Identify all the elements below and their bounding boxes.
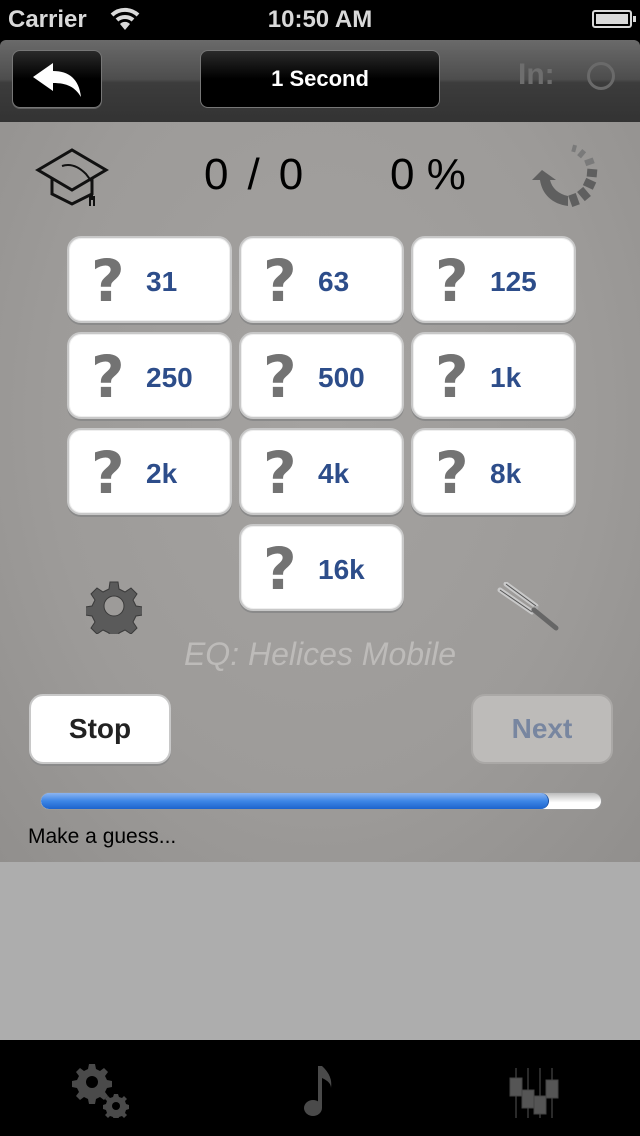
- battery-icon: [592, 10, 636, 28]
- reset-arrow-icon[interactable]: [530, 144, 602, 208]
- frequency-label: 1k: [490, 362, 522, 393]
- frequency-label: 8k: [490, 458, 522, 489]
- graduation-cap-icon[interactable]: [34, 142, 110, 206]
- main-panel: 0 / 0 0 % ? 31 ? 63 ? 125 ? 250 ? 500 ? 1k…: [0, 122, 640, 862]
- question-mark-icon: ?: [91, 343, 125, 411]
- frequency-button[interactable]: ? 16k: [239, 524, 404, 611]
- tab-settings[interactable]: [0, 1040, 213, 1136]
- question-mark-icon: ?: [91, 439, 125, 507]
- tab-music[interactable]: [213, 1040, 426, 1136]
- frequency-label: 2k: [146, 458, 178, 489]
- question-mark-icon: ?: [263, 343, 297, 411]
- circle-indicator-icon: [587, 62, 615, 90]
- eq-label: EQ: Helices Mobile: [183, 636, 457, 672]
- back-button[interactable]: [12, 50, 102, 108]
- frequency-label: 16k: [318, 554, 365, 585]
- gears-icon: [72, 1064, 129, 1118]
- frequency-button[interactable]: ? 1k: [411, 332, 576, 419]
- frequency-button[interactable]: ? 2k: [67, 428, 232, 515]
- stop-button[interactable]: Stop: [29, 694, 171, 764]
- music-note-icon: [304, 1066, 332, 1116]
- question-mark-icon: ?: [263, 535, 297, 603]
- progress-bar: [40, 792, 602, 810]
- status-message: Make a guess...: [28, 825, 177, 848]
- frequency-button[interactable]: ? 500: [239, 332, 404, 419]
- question-mark-icon: ?: [435, 343, 469, 411]
- question-mark-icon: ?: [263, 247, 297, 315]
- question-mark-icon: ?: [435, 247, 469, 315]
- frequency-button[interactable]: ? 250: [67, 332, 232, 419]
- tab-bar: [0, 1040, 640, 1136]
- frequency-button[interactable]: ? 4k: [239, 428, 404, 515]
- score-display: 0 / 0: [204, 150, 304, 200]
- question-mark-icon: ?: [91, 247, 125, 315]
- question-mark-icon: ?: [263, 439, 297, 507]
- empty-area: [0, 862, 640, 1040]
- nav-bar: 1 Second In:: [0, 40, 640, 122]
- percent-display: 0 %: [390, 150, 466, 199]
- tuning-fork-icon[interactable]: [496, 582, 560, 632]
- status-bar: Carrier 10:50 AM: [0, 0, 640, 40]
- frequency-button[interactable]: ? 8k: [411, 428, 576, 515]
- frequency-label: 125: [490, 266, 537, 297]
- frequency-label: 4k: [318, 458, 350, 489]
- frequency-label: 500: [318, 362, 365, 393]
- gear-icon[interactable]: [86, 578, 142, 634]
- correct-count: 0: [204, 150, 230, 199]
- duration-button[interactable]: 1 Second: [200, 50, 440, 108]
- next-button[interactable]: Next: [471, 694, 613, 764]
- score-separator: /: [247, 150, 261, 199]
- frequency-button[interactable]: ? 63: [239, 236, 404, 323]
- tab-equalizer[interactable]: [426, 1040, 639, 1136]
- equalizer-sliders-icon: [509, 1068, 559, 1118]
- frequency-label: 250: [146, 362, 193, 393]
- frequency-label: 31: [146, 266, 178, 297]
- question-mark-icon: ?: [435, 439, 469, 507]
- progress-fill: [41, 793, 549, 809]
- frequency-button[interactable]: ? 125: [411, 236, 576, 323]
- clock: 10:50 AM: [267, 6, 373, 33]
- input-label: In:: [518, 58, 555, 91]
- frequency-label: 63: [318, 266, 350, 297]
- reply-arrow-icon: [33, 63, 81, 97]
- frequency-button[interactable]: ? 31: [67, 236, 232, 323]
- total-count: 0: [278, 150, 305, 199]
